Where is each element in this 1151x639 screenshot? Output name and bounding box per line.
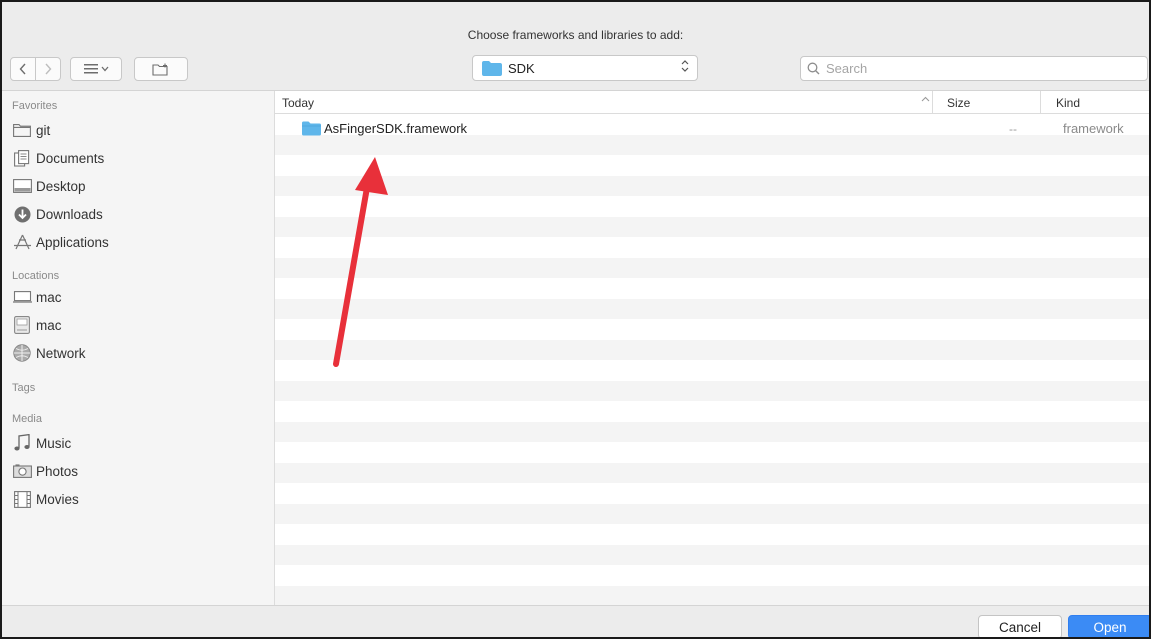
file-kind: framework [1063, 121, 1124, 136]
chevron-left-icon [19, 63, 26, 75]
list-row-stripe [275, 319, 1149, 340]
sidebar-item-label: Music [36, 435, 72, 451]
network-icon [12, 344, 32, 362]
file-open-dialog: Choose frameworks and libraries to add: [0, 0, 1151, 639]
sidebar-section-tags: Tags [12, 382, 36, 394]
sidebar-item-mac-drive[interactable]: mac [12, 313, 62, 337]
new-folder-icon [152, 63, 168, 76]
file-name: AsFingerSDK.framework [324, 121, 468, 136]
forward-button[interactable] [35, 58, 60, 80]
cancel-button[interactable]: Cancel [978, 615, 1062, 637]
computer-icon [12, 288, 32, 306]
documents-icon [12, 149, 32, 167]
file-list: Today Size Kind AsFingerSDK.framework --… [275, 91, 1149, 606]
sidebar-item-photos[interactable]: Photos [12, 459, 78, 483]
list-item[interactable]: AsFingerSDK.framework -- framework [275, 119, 1149, 139]
list-row-stripe [275, 483, 1149, 504]
dialog-footer: Cancel Open [2, 605, 1149, 637]
folder-icon [482, 60, 502, 76]
list-row-stripe [275, 380, 1149, 401]
list-rows [275, 114, 1149, 606]
list-row-stripe [275, 298, 1149, 319]
sidebar-item-mac-computer[interactable]: mac [12, 285, 62, 309]
sidebar-item-documents[interactable]: Documents [12, 146, 104, 170]
sidebar-section-favorites: Favorites [12, 100, 58, 112]
location-label: SDK [508, 60, 535, 76]
list-row-stripe [275, 503, 1149, 524]
downloads-icon [12, 205, 32, 223]
folder-icon [302, 121, 321, 136]
search-icon [807, 62, 820, 75]
search-field[interactable] [800, 56, 1148, 81]
popup-arrows-icon [681, 59, 689, 75]
music-icon [12, 434, 32, 452]
list-row-stripe [275, 360, 1149, 381]
list-row-stripe [275, 278, 1149, 299]
sidebar-item-applications[interactable]: Applications [12, 230, 109, 254]
list-row-stripe [275, 442, 1149, 463]
sidebar-section-media: Media [12, 413, 42, 425]
sidebar-item-label: Desktop [36, 178, 86, 194]
sidebar-item-label: mac [36, 317, 62, 333]
list-row-stripe [275, 544, 1149, 565]
list-header: Today Size Kind [275, 91, 1149, 114]
list-row-stripe [275, 196, 1149, 217]
applications-icon [12, 233, 32, 251]
sidebar-item-label: Applications [36, 234, 109, 250]
search-input[interactable] [824, 60, 1128, 77]
sidebar-item-downloads[interactable]: Downloads [12, 202, 103, 226]
new-folder-button[interactable] [134, 57, 188, 81]
open-button[interactable]: Open [1068, 615, 1149, 637]
chevron-down-icon [101, 66, 108, 72]
column-header-size-label: Size [947, 96, 971, 110]
list-row-stripe [275, 237, 1149, 258]
column-header-name[interactable]: Today [282, 96, 314, 110]
movies-icon [12, 490, 32, 508]
list-row-stripe [275, 257, 1149, 278]
sidebar-item-label: Movies [36, 491, 79, 507]
sort-ascending-icon [921, 94, 930, 105]
list-row-stripe [275, 155, 1149, 176]
sidebar-item-git[interactable]: git [12, 118, 50, 142]
location-popup[interactable]: SDK [472, 55, 698, 81]
list-row-stripe [275, 524, 1149, 545]
sidebar-item-movies[interactable]: Movies [12, 487, 79, 511]
photos-icon [12, 462, 32, 480]
hard-drive-icon [12, 316, 32, 334]
sidebar-item-label: git [36, 122, 51, 138]
list-row-stripe [275, 216, 1149, 237]
back-forward-group [10, 57, 61, 81]
dialog-title: Choose frameworks and libraries to add: [467, 28, 684, 42]
view-options-button[interactable] [70, 57, 122, 81]
list-view-icon [83, 64, 98, 74]
desktop-icon [12, 177, 32, 195]
sidebar-item-music[interactable]: Music [12, 431, 71, 455]
sidebar-item-network[interactable]: Network [12, 341, 86, 365]
sidebar-item-label: Documents [36, 150, 105, 166]
list-row-stripe [275, 401, 1149, 422]
dialog-toolbar: Choose frameworks and libraries to add: [2, 2, 1149, 91]
sidebar-section-locations: Locations [12, 270, 60, 282]
folder-icon [12, 121, 32, 139]
list-row-stripe [275, 175, 1149, 196]
list-row-stripe [275, 462, 1149, 483]
column-header-kind[interactable]: Kind [1040, 91, 1149, 113]
file-size: -- [1009, 122, 1017, 136]
sidebar-item-label: Photos [36, 463, 79, 479]
sidebar-item-label: Network [36, 345, 86, 361]
sidebar: Favorites git Documents Desktop Download… [2, 91, 275, 605]
back-button[interactable] [11, 58, 35, 80]
sidebar-item-desktop[interactable]: Desktop [12, 174, 86, 198]
sidebar-item-label: Downloads [36, 206, 103, 222]
list-row-stripe [275, 421, 1149, 442]
column-header-kind-label: Kind [1056, 96, 1081, 110]
column-header-size[interactable]: Size [932, 91, 1041, 113]
list-row-stripe [275, 339, 1149, 360]
sidebar-item-label: mac [36, 289, 62, 305]
list-row-stripe [275, 565, 1149, 586]
list-row-stripe [275, 585, 1149, 606]
chevron-right-icon [45, 63, 52, 75]
